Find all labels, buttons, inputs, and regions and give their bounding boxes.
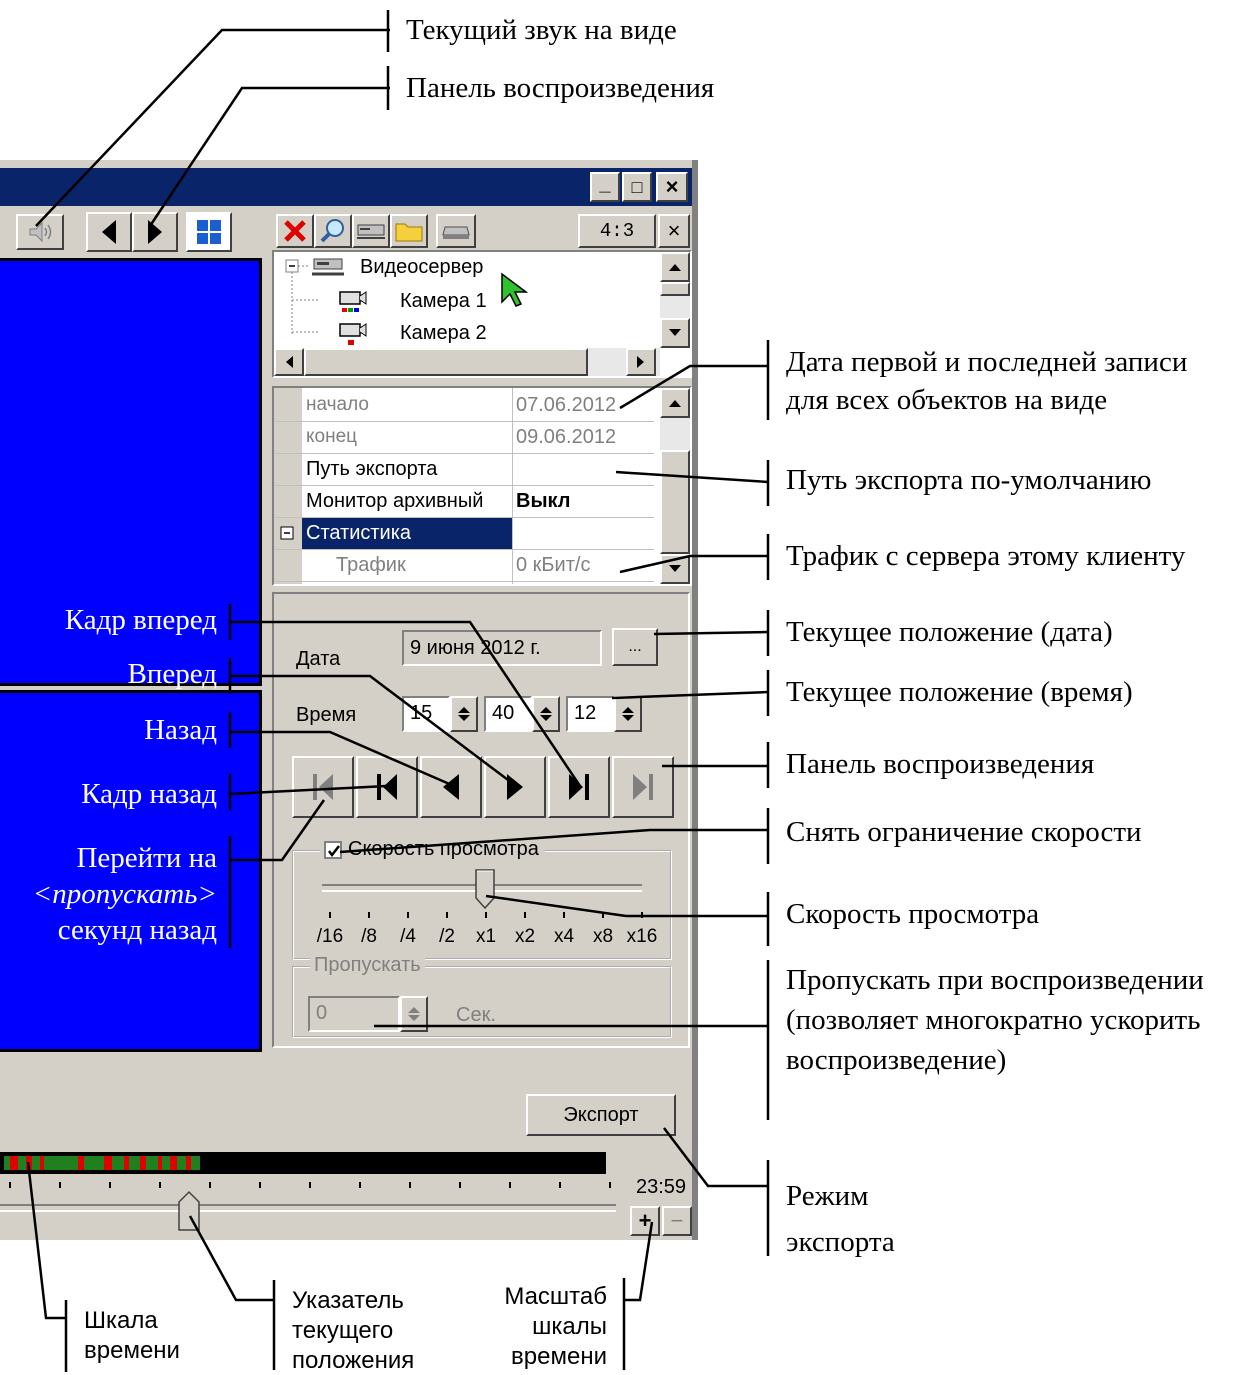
annot-timescale-2: времени <box>84 1337 180 1364</box>
annot-skip-3: воспроизведение) <box>786 1044 1007 1076</box>
annot-back: Назад <box>144 714 217 746</box>
annot-speed-limit: Снять ограничение скорости <box>786 816 1142 848</box>
annot-playback-top: Панель воспроизведения <box>406 72 715 104</box>
annot-frame-back: Кадр назад <box>81 778 217 810</box>
annot-jump-back-1: Перейти на <box>76 842 217 874</box>
annot-traffic: Трафик с сервера этому клиенту <box>786 540 1186 572</box>
annot-export-mode-2: экспорта <box>786 1226 895 1258</box>
annot-pointer-2: текущего <box>292 1317 394 1344</box>
annot-jump-back-3: секунд назад <box>57 914 217 946</box>
annot-forward: Вперед <box>127 658 217 690</box>
annot-pointer-3: положения <box>292 1347 415 1374</box>
annot-export-mode-1: Режим <box>786 1180 869 1212</box>
annot-scale-2: шкалы <box>532 1313 607 1340</box>
annot-skip-2: (позволяет многократно ускорить <box>786 1004 1201 1036</box>
annot-scale-1: Масштаб <box>504 1283 607 1310</box>
annot-frame-forward: Кадр вперед <box>64 604 217 636</box>
annot-jump-back-2: <пропускать> <box>32 878 217 910</box>
annot-dates-1: Дата первой и последней записи <box>786 346 1188 378</box>
annot-pointer-1: Указатель <box>292 1287 404 1314</box>
annot-sound: Текущий звук на виде <box>406 14 677 46</box>
annot-export-path: Путь экспорта по-умолчанию <box>786 464 1152 496</box>
annot-scale-3: времени <box>511 1343 607 1370</box>
annot-dates-2: для всех объектов на виде <box>786 384 1108 416</box>
annot-cur-date: Текущее положение (дата) <box>786 616 1113 648</box>
annot-playback: Панель воспроизведения <box>786 748 1095 780</box>
annot-skip-1: Пропускать при воспроизведении <box>786 964 1204 996</box>
annot-speed: Скорость просмотра <box>786 898 1040 930</box>
annot-timescale-1: Шкала <box>84 1307 158 1334</box>
annot-cur-time: Текущее положение (время) <box>786 676 1133 708</box>
